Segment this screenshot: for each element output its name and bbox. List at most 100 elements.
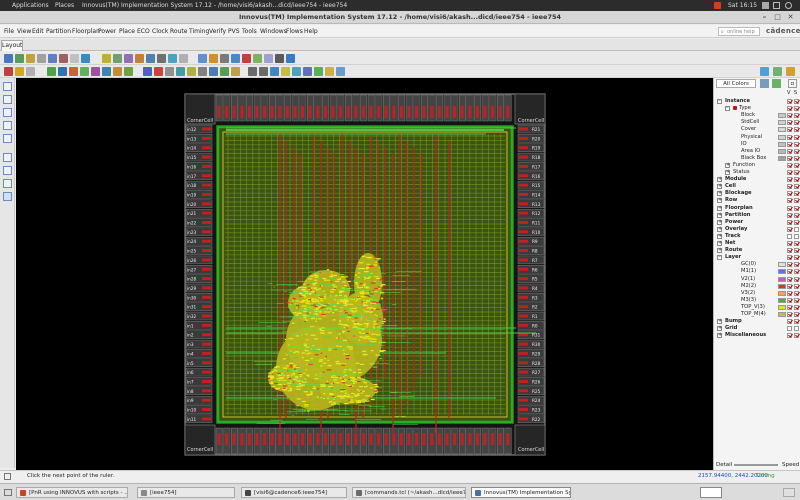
add-via-icon[interactable]	[124, 67, 133, 76]
layer-tree-row[interactable]: V3(2)	[714, 290, 800, 297]
zoom-fit-icon[interactable]	[146, 54, 155, 63]
layer-tree-row[interactable]: M2(2)	[714, 283, 800, 290]
layer-tree-row[interactable]: – Instance	[714, 98, 800, 105]
menu-clock[interactable]: Clock	[152, 25, 168, 38]
visible-checkbox[interactable]	[787, 248, 792, 254]
applications-menu[interactable]: Applications	[12, 0, 49, 11]
menu-verify[interactable]: Verify	[209, 25, 226, 38]
via-icon[interactable]	[264, 54, 273, 63]
layer-color-swatch[interactable]	[778, 290, 786, 296]
selectable-checkbox[interactable]	[794, 120, 799, 126]
select-mode-icon[interactable]	[4, 67, 13, 76]
tab-layout[interactable]: Layout	[1, 40, 23, 51]
legend-icon[interactable]	[187, 67, 196, 76]
ruler-mode-icon[interactable]	[26, 67, 35, 76]
highlight-net-icon[interactable]	[154, 67, 163, 76]
layer-tree-row[interactable]: + Power	[714, 219, 800, 226]
layer-tree-row[interactable]: M1(1)	[714, 268, 800, 275]
visible-checkbox[interactable]	[787, 269, 792, 275]
detail-speed-slider[interactable]	[734, 464, 778, 466]
menu-flows[interactable]: Flows	[286, 25, 303, 38]
visible-checkbox[interactable]	[787, 127, 792, 133]
layer-tree-row[interactable]: + Net	[714, 240, 800, 247]
menu-tools[interactable]: Tools	[242, 25, 257, 38]
physical-view-icon[interactable]	[773, 67, 782, 76]
flightline-icon[interactable]	[176, 67, 185, 76]
layer-tree-row[interactable]: Cover	[714, 126, 800, 133]
edit-pin-icon[interactable]	[143, 67, 152, 76]
layout-canvas[interactable]: in12 in13 in14 in15 in16 in17 in18 in19 in20 in21…	[16, 78, 713, 470]
close-icon[interactable]: ✕	[786, 13, 795, 22]
layer-tree-row[interactable]: + Overlay	[714, 226, 800, 233]
redraw-icon[interactable]	[179, 54, 188, 63]
routing-view-icon[interactable]	[303, 67, 312, 76]
layer-tree-row[interactable]: StdCell	[714, 119, 800, 126]
menu-help[interactable]: Help	[304, 25, 318, 38]
layer-color-swatch[interactable]	[778, 127, 786, 133]
visible-checkbox[interactable]	[787, 262, 792, 268]
select-area-tool-icon[interactable]	[3, 95, 12, 104]
amoeba-icon[interactable]	[314, 67, 323, 76]
layer-tree-row[interactable]: + Bump	[714, 318, 800, 325]
copy-icon[interactable]	[81, 54, 90, 63]
expand-icon[interactable]: +	[717, 205, 722, 211]
window-list-icon[interactable]	[762, 2, 769, 9]
layer-tree-row[interactable]: + Module	[714, 176, 800, 183]
expand-icon[interactable]: +	[717, 319, 722, 325]
online-help-search[interactable]: ⌕ online help	[718, 27, 760, 36]
visible-checkbox[interactable]	[787, 212, 792, 218]
expand-icon[interactable]: +	[717, 326, 722, 332]
paste-icon[interactable]	[102, 54, 111, 63]
stretch-icon[interactable]	[113, 67, 122, 76]
dehighlight-icon[interactable]	[165, 67, 174, 76]
zoom-prev-icon[interactable]	[157, 54, 166, 63]
menu-place[interactable]: Place	[119, 25, 135, 38]
layer-tree-row[interactable]: Black Box	[714, 155, 800, 162]
selectable-checkbox[interactable]	[794, 141, 799, 147]
zoom-box-icon[interactable]	[220, 67, 229, 76]
selectable-checkbox[interactable]	[794, 290, 799, 296]
selectable-checkbox[interactable]	[794, 148, 799, 154]
visible-checkbox[interactable]	[787, 233, 792, 239]
visible-checkbox[interactable]	[787, 312, 792, 317]
clock[interactable]: Sat 16:15	[728, 0, 757, 11]
selectable-checkbox[interactable]	[794, 205, 799, 211]
menu-file[interactable]: File	[4, 25, 14, 38]
selectable-checkbox[interactable]	[794, 177, 799, 183]
layer-tree-row[interactable]: IO	[714, 141, 800, 148]
menu-partition[interactable]: Partition	[46, 25, 71, 38]
selectable-checkbox[interactable]	[794, 233, 799, 239]
visible-checkbox[interactable]	[787, 162, 792, 168]
highlight-icon[interactable]	[231, 54, 240, 63]
minimize-icon[interactable]: –	[760, 13, 769, 22]
visible-checkbox[interactable]	[787, 177, 792, 183]
selectable-checkbox[interactable]	[794, 106, 799, 112]
selectable-checkbox[interactable]	[794, 184, 799, 190]
physical-icon[interactable]	[325, 67, 334, 76]
visible-checkbox[interactable]	[787, 155, 792, 161]
redo-icon[interactable]	[59, 54, 68, 63]
add-wire-icon[interactable]	[80, 67, 89, 76]
visible-checkbox[interactable]	[787, 319, 792, 325]
select-icon[interactable]	[198, 54, 207, 63]
layer-tree-row[interactable]: + Blockage	[714, 190, 800, 197]
edit-wire-icon[interactable]	[69, 67, 78, 76]
layer-tree-row[interactable]: – Type	[714, 105, 800, 112]
layer-color-swatch[interactable]	[778, 155, 786, 161]
visible-checkbox[interactable]	[787, 148, 792, 154]
show-desktop-icon[interactable]	[4, 489, 12, 496]
taskbar-item[interactable]: [PnR using INNOVUS with scripts - ...	[16, 487, 128, 498]
pan-icon[interactable]	[15, 67, 24, 76]
selectable-checkbox[interactable]	[794, 162, 799, 168]
vertical-align-tool-icon[interactable]	[3, 121, 12, 130]
new-icon[interactable]	[4, 54, 13, 63]
open-icon[interactable]	[15, 54, 24, 63]
layer-tree-row[interactable]: Block	[714, 112, 800, 119]
expand-icon[interactable]: +	[717, 191, 722, 197]
expand-icon[interactable]: +	[717, 241, 722, 246]
selectable-checkbox[interactable]	[794, 191, 799, 197]
visible-checkbox[interactable]	[787, 141, 792, 147]
amoeba-view-icon[interactable]	[786, 67, 795, 76]
menu-view[interactable]: View	[17, 25, 31, 38]
merge-icon[interactable]	[102, 67, 111, 76]
